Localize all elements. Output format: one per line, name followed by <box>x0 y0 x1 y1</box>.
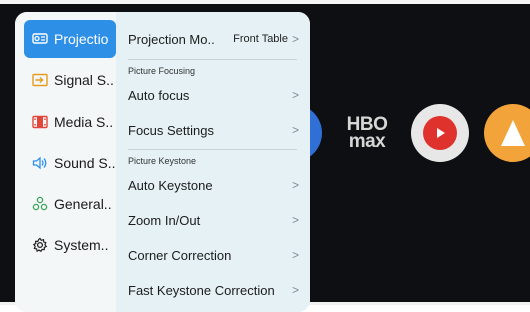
auto-keystone-row[interactable]: Auto Keystone > <box>128 176 299 194</box>
auto-focus-label: Auto focus <box>128 87 190 103</box>
focus-settings-label: Focus Settings <box>128 122 214 138</box>
section-header-picture-keystone: Picture Keystone <box>128 156 197 166</box>
divider <box>128 59 297 60</box>
zoom-row[interactable]: Zoom In/Out > <box>128 211 299 229</box>
sidebar-item-projection[interactable]: Projectio <box>24 20 116 58</box>
settings-menu-panel: Projectio Signal S.. Media S.. Sound S.. <box>15 12 310 312</box>
projection-mode-row[interactable]: Projection Mo.. Front Table > <box>128 30 299 48</box>
settings-sidebar: Projectio Signal S.. Media S.. Sound S.. <box>15 12 116 312</box>
top-bezel <box>0 0 530 4</box>
sidebar-item-general-settings[interactable]: General.. <box>24 185 116 223</box>
chevron-right-icon: > <box>291 32 299 46</box>
hbo-max-logo: HBO max <box>346 114 388 152</box>
play-icon <box>423 116 457 150</box>
chevron-right-icon: > <box>291 213 299 227</box>
gear-icon <box>32 237 48 253</box>
auto-keystone-label: Auto Keystone <box>128 177 213 193</box>
auto-focus-row[interactable]: Auto focus > <box>128 86 299 104</box>
sidebar-item-label: Signal S.. <box>54 72 114 88</box>
sidebar-item-label: General.. <box>54 196 112 212</box>
sidebar-item-sound-settings[interactable]: Sound S.. <box>24 144 116 182</box>
sidebar-item-label: Projectio <box>54 31 109 47</box>
chevron-right-icon: > <box>291 123 299 137</box>
sidebar-item-label: Media S.. <box>54 114 114 130</box>
chevron-right-icon: > <box>291 88 299 102</box>
sidebar-item-label: Sound S.. <box>54 155 116 171</box>
corner-correction-row[interactable]: Corner Correction > <box>128 246 299 264</box>
divider <box>128 149 297 150</box>
focus-settings-row[interactable]: Focus Settings > <box>128 121 299 139</box>
sidebar-item-signal-source[interactable]: Signal S.. <box>24 61 116 99</box>
zoom-label: Zoom In/Out <box>128 212 201 228</box>
input-source-icon <box>32 72 48 88</box>
fast-keystone-correction-label: Fast Keystone Correction <box>128 282 275 298</box>
projection-mode-label: Projection Mo.. <box>128 31 215 47</box>
sidebar-item-label: System.. <box>54 237 109 253</box>
app-tile-hbo-max[interactable]: HBO max <box>338 104 396 162</box>
film-icon <box>32 114 48 130</box>
chevron-right-icon: > <box>291 178 299 192</box>
sidebar-item-media-settings[interactable]: Media S.. <box>24 103 116 141</box>
chevron-right-icon: > <box>291 248 299 262</box>
section-header-picture-focusing: Picture Focusing <box>128 66 196 76</box>
speaker-icon <box>32 155 48 171</box>
projection-settings-list: Projection Mo.. Front Table > Picture Fo… <box>116 12 310 312</box>
corner-correction-label: Corner Correction <box>128 247 232 263</box>
fast-keystone-correction-row[interactable]: Fast Keystone Correction > <box>128 281 299 299</box>
projection-mode-value: Front Table <box>233 33 288 45</box>
app-tile-youtube[interactable] <box>411 104 469 162</box>
projector-icon <box>32 31 48 47</box>
general-settings-icon <box>32 196 48 212</box>
app-tile-vlc[interactable] <box>484 104 530 162</box>
vlc-cone-icon <box>501 120 525 146</box>
chevron-right-icon: > <box>291 283 299 297</box>
sidebar-item-system-settings[interactable]: System.. <box>24 226 116 264</box>
